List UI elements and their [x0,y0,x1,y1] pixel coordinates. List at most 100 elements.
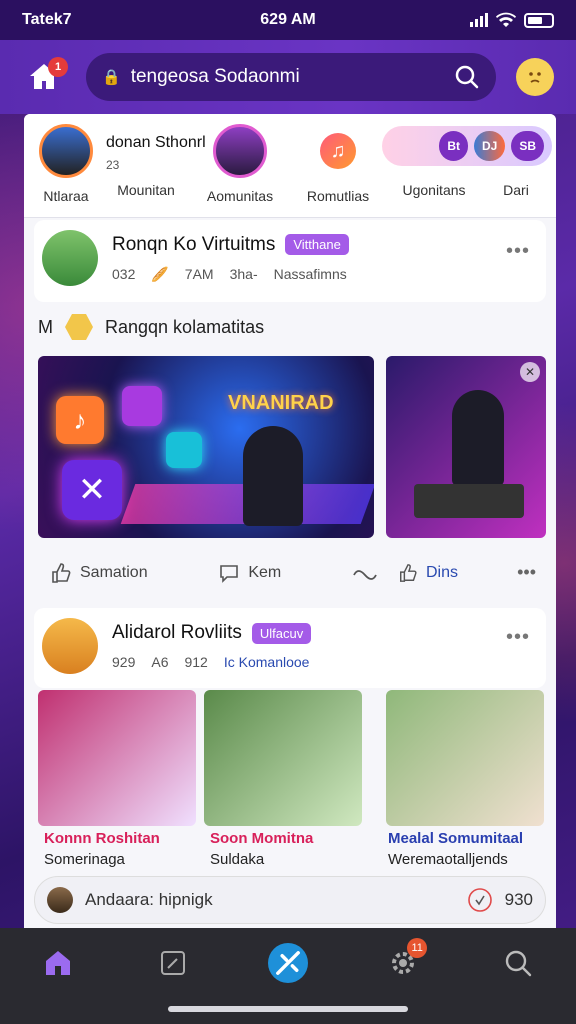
pill-app[interactable]: Bt [439,131,468,161]
face-icon [529,72,541,83]
tab-settings[interactable]: 11 [373,938,433,988]
thumbnail-image[interactable] [386,690,544,826]
share-label: Dins [426,563,459,581]
post-author-avatar[interactable] [42,618,98,674]
meta-icon: 🥖 [151,265,169,282]
neon-tile-icon: ♪ [56,396,104,444]
post-image-side[interactable]: ✕ [386,356,546,538]
post-header: Ronqn Ko Virtuitms Vitthane 032 🥖 7AM 3h… [34,220,546,296]
comment-button[interactable]: Kem [218,562,281,584]
app-header: 1 🔒 tengeosa Sodaonmi [0,40,576,114]
home-icon [45,951,70,975]
search-icon[interactable] [454,64,480,90]
infinity-icon[interactable] [352,566,378,580]
meta-value: 929 [112,654,136,670]
thumbnail-title[interactable]: Mealal Somumitaal [388,830,556,847]
clock: 629 AM [260,11,316,28]
settings-badge: 11 [407,938,428,958]
profile-avatar[interactable] [516,58,554,96]
story-label: Dari [503,182,529,198]
sparkle-icon [276,951,300,975]
post-header: Alidarol Rovliits Ulfacuv 929 A6 912 Ic … [34,608,546,684]
stories-row: Ntlaraa donan Sthonrl 23 Mounitan Aomuni… [24,114,556,218]
tab-search[interactable] [488,938,548,988]
like-label: Samation [80,564,148,581]
status-badge: Vitthane [285,234,349,255]
thumbnail-caption: Konnn Roshitan Somerinaga [44,830,214,868]
like-button[interactable]: Samation [50,562,148,584]
close-icon[interactable]: ✕ [520,362,540,382]
search-bar[interactable]: 🔒 tengeosa Sodaonmi [86,53,496,101]
thumbnail-caption: Soon Momitna Suldaka [210,830,380,868]
notification-badge: 1 [48,57,68,77]
post-author-name[interactable]: Alidarol Rovliits [112,622,242,644]
lock-icon: 🔒 [102,69,121,86]
pill-app[interactable]: SB [511,131,544,161]
thumbnail-image[interactable] [204,690,362,826]
post-actions: Samation Kem [50,562,378,584]
meta-value: 032 [112,265,136,282]
post-author-name[interactable]: Ronqn Ko Virtuitms [112,234,275,256]
thumbnail-caption: Mealal Somumitaal Weremaotalljends [388,830,556,868]
tab-create[interactable] [258,938,318,988]
compose-input[interactable]: Andaara: hipnigk [85,890,455,910]
story-avatar [213,124,267,178]
story-label: Romutlias [306,188,370,204]
meta-value: 912 [184,654,208,670]
post-image-main[interactable]: ♪ ✕ VNANIRAD [38,356,374,538]
story-label: Mounitan [117,182,175,198]
post-author[interactable]: Ronqn Ko Virtuitms Vitthane [112,234,349,256]
quick-app-pills: Bt DJ SB [382,126,552,166]
meta-value: 7AM [184,265,214,282]
post-author[interactable]: Alidarol Rovliits Ulfacuv [112,622,312,644]
home-indicator[interactable] [168,1006,408,1012]
story-item[interactable]: ♫ Romutlias [288,124,388,204]
more-options-icon[interactable]: ••• [506,240,530,263]
subline-text: Rangqn kolamatitas [105,316,265,337]
share-button[interactable]: Dins [398,563,458,583]
create-button[interactable] [267,943,308,983]
thumbnail-title[interactable]: Soon Momitna [210,830,380,847]
dj-deck [414,484,524,518]
compose-bar[interactable]: Andaara: hipnigk 930 [34,876,546,924]
comment-icon [220,565,239,583]
status-badge: Ulfacuv [251,622,312,644]
more-options-icon[interactable]: ••• [517,562,536,583]
more-options-icon[interactable]: ••• [506,626,530,649]
pill-app[interactable]: DJ [473,131,506,161]
meta-value: 3ha- [229,265,258,282]
thumbnail-sub: Weremaotalljends [388,851,508,868]
post-meta: 929 A6 912 Ic Komanlooe [112,654,311,670]
music-app-icon: ♫ [320,133,356,169]
meta-value: A6 [151,654,169,670]
people-figure [243,426,303,526]
story-item[interactable]: Mounitan [96,124,196,198]
search-icon [506,950,532,977]
banner-text: VNANIRAD [228,392,334,414]
tab-home[interactable] [28,938,88,988]
thumbs-up-icon [400,563,417,582]
neon-tile-icon [122,386,162,426]
tab-edit[interactable] [143,938,203,988]
thumbnail-sub: Somerinaga [44,851,125,868]
story-label: Ugonitans [402,182,466,198]
thumbnail-sub: Suldaka [210,851,265,868]
side-post-actions: Dins ••• [398,562,536,583]
edit-icon [160,951,185,975]
story-avatar: ♫ [311,124,365,178]
story-item[interactable]: Aomunitas [190,124,290,204]
story-label: Aomunitas [206,188,274,204]
search-text[interactable]: tengeosa Sodaonmi [131,66,444,88]
hexagon-icon [65,314,93,340]
thumbnail-title[interactable]: Konnn Roshitan [44,830,214,847]
home-button[interactable]: 1 [22,55,68,99]
post-author-avatar[interactable] [42,230,98,286]
compose-avatar [47,887,73,913]
thumbs-up-icon [52,563,71,583]
post-meta: 032 🥖 7AM 3ha- Nassafimns [112,266,349,283]
meta-link[interactable]: Ic Komanlooe [224,654,310,670]
reaction-icon[interactable] [467,887,493,913]
subline-prefix: M [38,316,53,337]
thumbnail-image[interactable] [38,690,196,826]
status-bar: Tatek7 629 AM [0,0,576,40]
